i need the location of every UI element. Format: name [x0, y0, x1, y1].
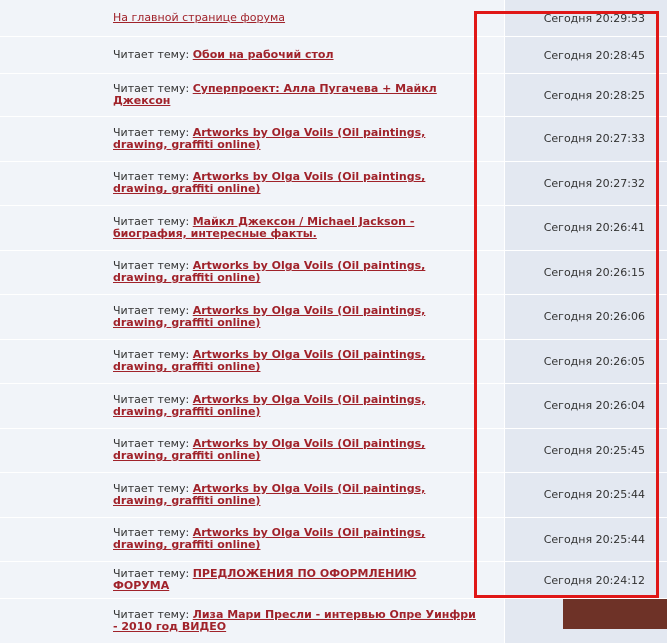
time-cell: Сегодня 20:24:12 — [505, 562, 667, 598]
location-cell: Читает тему: Artworks by Olga Voils (Oil… — [0, 295, 505, 339]
location-cell: Читает тему: Майкл Джексон / Michael Jac… — [0, 206, 505, 250]
table-row: Читает тему: Обои на рабочий стол Сегодн… — [0, 37, 667, 74]
time-cell: Сегодня 20:27:32 — [505, 161, 667, 205]
location-cell: Читает тему: Artworks by Olga Voils (Oil… — [0, 250, 505, 294]
location-cell: Читает тему: Artworks by Olga Voils (Oil… — [0, 161, 505, 205]
table-row: Читает тему: Artworks by Olga Voils (Oil… — [0, 295, 667, 340]
table-row: Читает тему: Artworks by Olga Voils (Oil… — [0, 339, 667, 384]
time-cell: Сегодня 20:26:15 — [505, 250, 667, 294]
location-cell: Читает тему: Artworks by Olga Voils (Oil… — [0, 428, 505, 472]
table-row: Читает тему: Artworks by Olga Voils (Oil… — [0, 384, 667, 429]
topic-link[interactable]: Обои на рабочий стол — [193, 48, 334, 61]
location-cell: Читает тему: Обои на рабочий стол — [0, 37, 505, 73]
time-cell: Сегодня 20:27:33 — [505, 117, 667, 161]
table-row: Читает тему: Суперпроект: Алла Пугачева … — [0, 74, 667, 117]
time-cell: Сегодня 20:25:44 — [505, 517, 667, 561]
time-cell: Сегодня 20:26:04 — [505, 384, 667, 428]
table-row: На главной странице форума Сегодня 20:29… — [0, 0, 667, 37]
location-cell: Читает тему: Artworks by Olga Voils (Oil… — [0, 517, 505, 561]
location-cell: Читает тему: Artworks by Olga Voils (Oil… — [0, 384, 505, 428]
table-row: Читает тему: Artworks by Olga Voils (Oil… — [0, 473, 667, 518]
table-row: Читает тему: Artworks by Olga Voils (Oil… — [0, 428, 667, 473]
table-row: Читает тему: Artworks by Olga Voils (Oil… — [0, 250, 667, 295]
time-cell: Сегодня 20:26:05 — [505, 339, 667, 383]
online-users-table: На главной странице форума Сегодня 20:29… — [0, 0, 667, 644]
location-cell: Читает тему: Artworks by Olga Voils (Oil… — [0, 473, 505, 517]
location-cell: Читает тему: Artworks by Olga Voils (Oil… — [0, 117, 505, 161]
location-cell: Читает тему: Artworks by Olga Voils (Oil… — [0, 339, 505, 383]
time-cell: Сегодня 20:28:25 — [505, 74, 667, 116]
table-row: Читает тему: ПРЕДЛОЖЕНИЯ ПО ОФОРМЛЕНИЮ Ф… — [0, 562, 667, 599]
location-cell: На главной странице форума — [0, 0, 505, 36]
location-cell: Читает тему: Суперпроект: Алла Пугачева … — [0, 74, 505, 116]
table-row: Читает тему: Artworks by Olga Voils (Oil… — [0, 161, 667, 206]
location-link[interactable]: На главной странице форума — [113, 11, 285, 24]
reading-label: Читает тему: — [113, 48, 190, 61]
table-row: Читает тему: Майкл Джексон / Michael Jac… — [0, 206, 667, 251]
location-cell: Читает тему: Лиза Мари Пресли - интервью… — [0, 599, 505, 643]
table-row: Читает тему: Artworks by Olga Voils (Oil… — [0, 517, 667, 562]
time-cell: Сегодня 20:29:53 — [505, 0, 667, 36]
redaction-block — [563, 599, 667, 629]
time-cell: Сегодня 20:28:45 — [505, 37, 667, 73]
time-cell: Сегодня 20:26:41 — [505, 206, 667, 250]
time-cell: Сегодня 20:25:44 — [505, 473, 667, 517]
table-row: Читает тему: Artworks by Olga Voils (Oil… — [0, 117, 667, 162]
location-cell: Читает тему: ПРЕДЛОЖЕНИЯ ПО ОФОРМЛЕНИЮ Ф… — [0, 562, 505, 598]
time-cell: Сегодня 20:26:06 — [505, 295, 667, 339]
time-cell: Сегодня 20:25:45 — [505, 428, 667, 472]
